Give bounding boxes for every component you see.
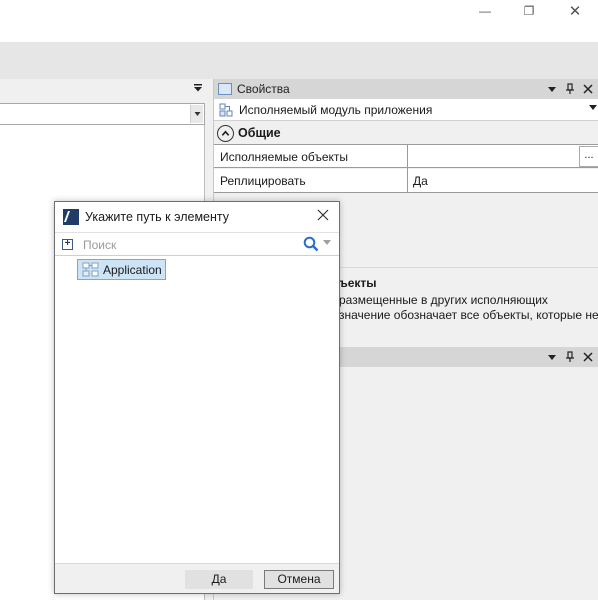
dropdown-arrow-icon[interactable] — [190, 105, 203, 123]
panel-close-button[interactable] — [580, 79, 596, 99]
panel-menu-button[interactable] — [544, 347, 560, 367]
dialog-footer: Да Отмена — [55, 563, 339, 593]
pin-button[interactable] — [562, 347, 578, 367]
property-key: Исполняемые объекты — [220, 150, 349, 164]
select-path-dialog: Укажите путь к элементу + Application Да… — [54, 201, 340, 594]
properties-header: Свойства — [214, 79, 598, 99]
search-options-dropdown-icon[interactable] — [323, 240, 331, 246]
module-icon — [219, 103, 233, 116]
panel-close-button[interactable] — [580, 347, 596, 367]
property-value[interactable]: Да — [413, 174, 428, 188]
pane-menu-icon[interactable] — [191, 81, 205, 95]
chevron-up-icon[interactable] — [217, 124, 234, 142]
restore-icon: ❐ — [523, 4, 535, 18]
dropdown-arrow-icon — [548, 87, 556, 92]
tree-item-label: Application — [103, 262, 162, 277]
app-logo-icon — [63, 209, 79, 225]
description-title: ъекты — [339, 276, 377, 290]
column-divider — [407, 169, 408, 193]
ok-button[interactable]: Да — [185, 570, 253, 589]
dropdown-arrow-icon — [548, 355, 556, 360]
property-key: Реплицировать — [220, 174, 306, 188]
property-row[interactable]: Исполняемые объекты ... — [214, 144, 598, 169]
dropdown-arrow-icon[interactable] — [589, 105, 597, 111]
selected-object-label: Исполняемый модуль приложения — [239, 102, 433, 117]
object-selector[interactable]: Исполняемый модуль приложения — [214, 99, 598, 121]
close-icon — [317, 209, 329, 221]
close-icon — [583, 84, 593, 94]
dialog-close-button[interactable] — [315, 207, 331, 225]
browse-button[interactable]: ... — [579, 146, 598, 167]
properties-title: Свойства — [237, 82, 290, 96]
panel-icon — [218, 83, 232, 95]
ribbon-area — [0, 42, 598, 79]
panel-menu-button[interactable] — [544, 79, 560, 99]
pin-button[interactable] — [562, 79, 578, 99]
restore-button[interactable]: ❐ — [506, 0, 552, 22]
close-icon — [583, 352, 593, 362]
search-input[interactable] — [83, 236, 293, 253]
application-icon — [82, 262, 99, 276]
dialog-title: Укажите путь к элементу — [85, 210, 230, 224]
window-close-button[interactable]: ✕ — [552, 0, 598, 22]
tree-item-application[interactable]: Application — [77, 259, 166, 280]
close-icon: ✕ — [568, 3, 582, 20]
dialog-titlebar: Укажите путь к элементу — [55, 202, 339, 232]
description-line: размещенные в других исполняющих — [339, 293, 548, 307]
document-selector[interactable] — [0, 103, 205, 125]
search-bar: + — [55, 232, 339, 256]
column-divider — [407, 145, 408, 169]
minimize-button[interactable]: — — [462, 0, 508, 22]
pin-icon — [566, 83, 574, 94]
description-line: значение обозначает все объекты, которые… — [339, 308, 598, 322]
expand-all-icon[interactable]: + — [62, 239, 73, 250]
minimize-icon: — — [479, 4, 491, 18]
search-icon[interactable] — [303, 236, 319, 252]
group-label: Общие — [238, 126, 281, 140]
window-titlebar: — ❐ ✕ — [0, 0, 598, 42]
property-row[interactable]: Реплицировать Да — [214, 169, 598, 193]
cancel-button[interactable]: Отмена — [264, 570, 334, 589]
pin-icon — [566, 351, 574, 362]
group-general[interactable]: Общие — [214, 122, 598, 144]
